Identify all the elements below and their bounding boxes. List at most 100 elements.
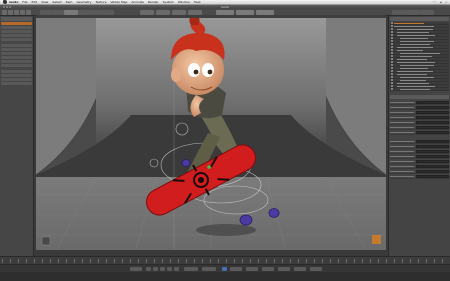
- visibility-icon[interactable]: [391, 85, 393, 87]
- item-list-header[interactable]: [390, 17, 449, 21]
- zoom-window-icon[interactable]: [9, 6, 11, 8]
- visibility-icon[interactable]: [391, 76, 393, 78]
- properties-header[interactable]: [390, 95, 449, 99]
- menu-item[interactable]: Item: [66, 0, 73, 4]
- menu-geometry[interactable]: Geometry: [76, 0, 91, 4]
- brush-tool-icon[interactable]: [8, 10, 13, 15]
- tool-button-14[interactable]: [1, 78, 32, 81]
- scene-render[interactable]: [36, 15, 386, 250]
- property-field[interactable]: [416, 169, 449, 173]
- tool-button-13[interactable]: [1, 74, 32, 77]
- visibility-icon[interactable]: [391, 61, 393, 63]
- property-field[interactable]: [416, 110, 449, 114]
- playback-option-5[interactable]: [294, 267, 306, 271]
- pivot-handle[interactable]: [207, 165, 211, 169]
- visibility-icon[interactable]: [391, 88, 393, 90]
- minimize-window-icon[interactable]: [6, 6, 8, 8]
- tool-button-5[interactable]: [1, 38, 32, 41]
- tool-button-4[interactable]: [1, 34, 32, 37]
- tool-button-9[interactable]: [1, 56, 32, 59]
- visibility-icon[interactable]: [391, 67, 393, 69]
- visibility-icon[interactable]: [391, 37, 393, 39]
- right-layout-tab-3[interactable]: [420, 10, 434, 15]
- visibility-icon[interactable]: [391, 58, 393, 60]
- visibility-icon[interactable]: [391, 34, 393, 36]
- viewport-header[interactable]: [36, 15, 386, 18]
- visibility-icon[interactable]: [391, 43, 393, 45]
- play-icon[interactable]: [160, 267, 165, 271]
- close-window-icon[interactable]: [3, 6, 5, 8]
- property-field[interactable]: [416, 115, 449, 119]
- menu-view[interactable]: View: [41, 0, 48, 4]
- menu-vertex-map[interactable]: Vertex Map: [110, 0, 127, 4]
- menu-window[interactable]: Window: [178, 0, 190, 4]
- tool-button-2[interactable]: [1, 26, 32, 29]
- step-forward-icon[interactable]: [167, 267, 172, 271]
- 3d-viewport[interactable]: [36, 15, 386, 250]
- property-field[interactable]: [416, 125, 449, 129]
- right-layout-tab-1[interactable]: [392, 10, 406, 15]
- fast-forward-icon[interactable]: [174, 267, 179, 271]
- right-layout-tab-2[interactable]: [406, 10, 420, 15]
- visibility-icon[interactable]: [391, 49, 393, 51]
- record-icon[interactable]: [222, 267, 227, 271]
- visibility-icon[interactable]: [391, 25, 393, 27]
- property-field[interactable]: [416, 120, 449, 124]
- move-tool-icon[interactable]: [14, 10, 19, 15]
- menu-help[interactable]: Help: [194, 0, 201, 4]
- playback-option-4[interactable]: [278, 267, 290, 271]
- menu-animate[interactable]: Animate: [131, 0, 144, 4]
- tool-button-15[interactable]: [1, 82, 32, 85]
- property-field[interactable]: [416, 105, 449, 109]
- spotlight-icon[interactable]: ⌕: [445, 0, 447, 4]
- visibility-icon[interactable]: [391, 40, 393, 42]
- frame-field[interactable]: [130, 267, 142, 271]
- visibility-icon[interactable]: [391, 22, 393, 24]
- visibility-icon[interactable]: [391, 55, 393, 57]
- tool-button-11[interactable]: [1, 64, 32, 67]
- tool-button-7[interactable]: [1, 48, 32, 51]
- property-field[interactable]: [416, 154, 449, 158]
- app-menu[interactable]: modo: [9, 0, 18, 4]
- rotate-tool-icon[interactable]: [20, 10, 25, 15]
- visibility-icon[interactable]: [391, 79, 393, 81]
- tool-button-6[interactable]: [1, 44, 32, 47]
- property-field[interactable]: [416, 139, 449, 143]
- property-field[interactable]: [416, 174, 449, 178]
- step-back-icon[interactable]: [153, 267, 158, 271]
- property-field[interactable]: [416, 164, 449, 168]
- tool-button-8[interactable]: [1, 52, 32, 55]
- visibility-icon[interactable]: [391, 70, 393, 72]
- apple-menu-icon[interactable]: [3, 0, 7, 4]
- menu-file[interactable]: File: [22, 0, 27, 4]
- key-button[interactable]: [184, 267, 198, 271]
- auto-key-button[interactable]: [202, 267, 216, 271]
- property-field[interactable]: [416, 149, 449, 153]
- tool-button-3[interactable]: [1, 30, 32, 33]
- pencil-tool-icon[interactable]: [2, 10, 7, 15]
- visibility-icon[interactable]: [391, 64, 393, 66]
- visibility-icon[interactable]: [391, 52, 393, 54]
- playback-option-1[interactable]: [230, 267, 242, 271]
- tool-button-1[interactable]: [1, 22, 32, 25]
- property-field[interactable]: [416, 130, 449, 134]
- menu-system[interactable]: System: [163, 0, 174, 4]
- property-field[interactable]: [416, 144, 449, 148]
- visibility-icon[interactable]: [391, 28, 393, 30]
- tool-button-10[interactable]: [1, 60, 32, 63]
- menu-select[interactable]: Select: [52, 0, 61, 4]
- axis-gizmo[interactable]: [41, 236, 51, 246]
- property-field[interactable]: [416, 100, 449, 104]
- visibility-icon[interactable]: [391, 73, 393, 75]
- item-row[interactable]: [390, 88, 449, 91]
- menu-texture[interactable]: Texture: [95, 0, 106, 4]
- tool-button-12[interactable]: [1, 70, 32, 73]
- visibility-icon[interactable]: [391, 82, 393, 84]
- playback-option-3[interactable]: [262, 267, 274, 271]
- rewind-icon[interactable]: [146, 267, 151, 271]
- wifi-icon[interactable]: ◠: [433, 0, 436, 4]
- property-field[interactable]: [416, 159, 449, 163]
- menu-edit[interactable]: Edit: [31, 0, 37, 4]
- viewport-info-badge[interactable]: [372, 235, 381, 244]
- visibility-icon[interactable]: [391, 46, 393, 48]
